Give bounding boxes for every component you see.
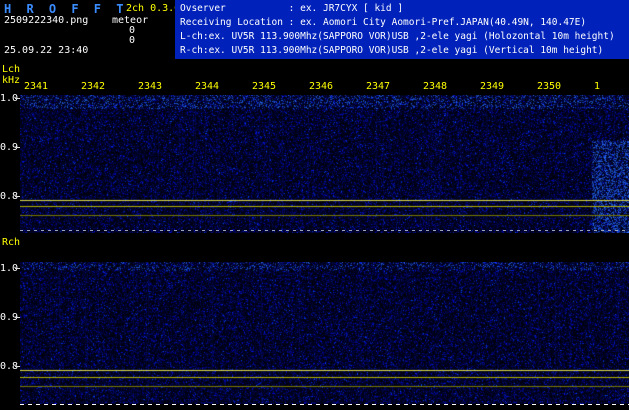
time-label: 2343 <box>138 81 163 92</box>
lch-spectrogram <box>20 95 629 233</box>
time-label-partial: 1 <box>594 81 601 92</box>
observer-info-box: Ovserver : ex. JR7CYX [ kid ] Receiving … <box>175 0 629 59</box>
receiving-location-line: Receiving Location : ex. Aomori City Aom… <box>180 17 587 28</box>
lch-freq-tick: 0.8 <box>0 191 19 202</box>
observer-line: Ovserver : ex. JR7CYX [ kid ] <box>180 3 404 14</box>
app-title: H R O F F T <box>4 2 128 16</box>
rch-freq-tick: 0.9 <box>0 312 19 323</box>
time-label: 2347 <box>366 81 391 92</box>
lch-freq-tick: 1.0 <box>0 93 19 104</box>
rch-baseline-dashed <box>20 404 629 405</box>
time-label: 2346 <box>309 81 334 92</box>
output-filename: 2509222340.png <box>4 15 89 26</box>
time-label: 2344 <box>195 81 220 92</box>
time-label: 2341 <box>24 81 49 92</box>
lch-panel-label: Lch <box>2 64 21 75</box>
long-count-value: 0 <box>129 35 136 46</box>
lch-baseline-dashed <box>20 230 629 231</box>
hrofft-window: H R O F F T 2ch 0.3.0 2509222340.png met… <box>0 0 629 410</box>
rch-receiver-line: R-ch:ex. UV5R 113.900Mhz(SAPPORO VOR)USB… <box>180 45 604 56</box>
rch-freq-tick: 1.0 <box>0 263 19 274</box>
lch-receiver-line: L-ch:ex. UV5R 113.900Mhz(SAPPORO VOR)USB… <box>180 31 615 42</box>
time-label: 2345 <box>252 81 277 92</box>
lch-freq-tick: 0.9 <box>0 142 19 153</box>
observation-datetime: 25.09.22 23:40 <box>4 45 89 56</box>
time-label: 2348 <box>423 81 448 92</box>
time-label: 2342 <box>81 81 106 92</box>
rch-panel-label: Rch <box>2 237 21 248</box>
time-label: 2349 <box>480 81 505 92</box>
khz-unit-label: kHz <box>2 75 21 86</box>
rch-spectrogram <box>20 262 629 404</box>
rch-freq-tick: 0.8 <box>0 361 19 372</box>
app-version: 2ch 0.3.0 <box>126 3 181 14</box>
time-label: 2350 <box>537 81 562 92</box>
